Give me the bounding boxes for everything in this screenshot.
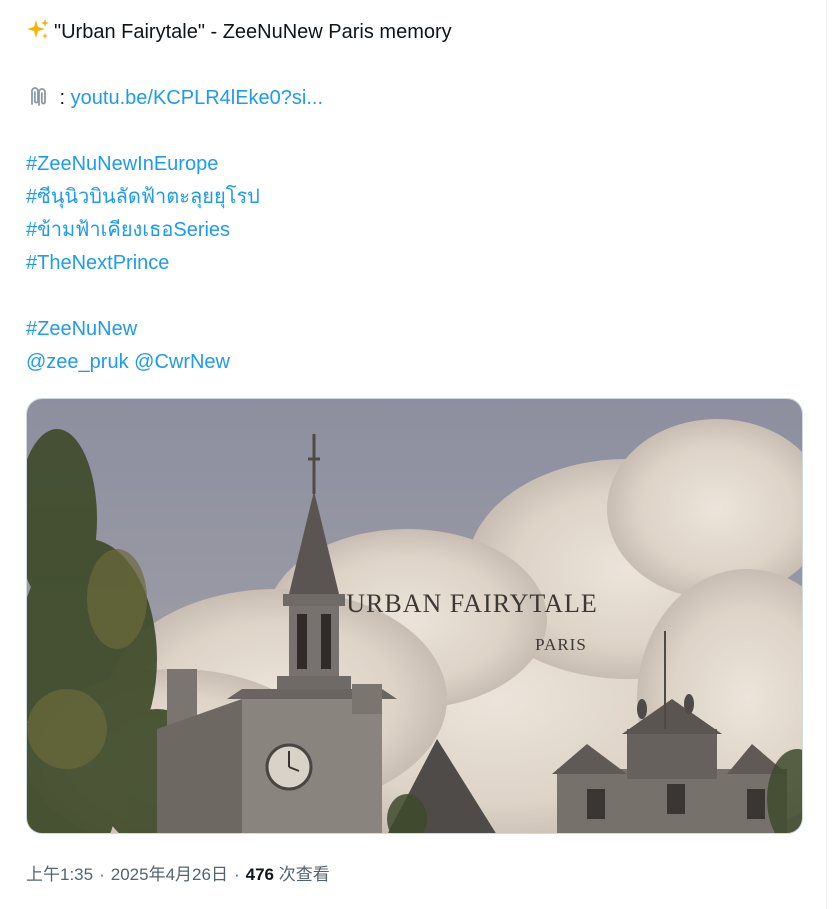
hashtag-link[interactable]: #ZeeNuNewInEurope [26, 153, 218, 175]
sparkles-icon [27, 19, 49, 39]
timestamp-link[interactable]: 上午1:35 · 2025年4月26日 [26, 865, 228, 884]
views-label: 次查看 [278, 865, 330, 884]
hashtag-link[interactable]: #ซีนุนิวบินลัดฟ้าตะลุยยุโรป [26, 186, 260, 208]
column-divider [826, 0, 827, 909]
youtube-link[interactable]: youtu.be/KCPLR4lEke0?si... [71, 87, 323, 109]
tweet-date: 2025年4月26日 [110, 865, 228, 884]
mention-link[interactable]: @CwrNew [134, 351, 230, 373]
media-image[interactable]: URBAN FAIRYTALE PARIS [26, 398, 803, 834]
media-title: URBAN FAIRYTALE [346, 589, 598, 618]
views-count: 476 [245, 865, 274, 884]
hashtag-link[interactable]: #ข้ามฟ้าเคียงเธอSeries [26, 219, 230, 241]
link-prefix: : [54, 87, 71, 109]
headline-text: "Urban Fairytale" - ZeeNuNew Paris memor… [54, 21, 452, 43]
video-thumbnail: URBAN FAIRYTALE PARIS [27, 399, 802, 833]
tweet-headline: "Urban Fairytale" - ZeeNuNew Paris memor… [26, 16, 806, 49]
link-line: : youtu.be/KCPLR4lEke0?si... [26, 82, 806, 115]
paperclips-icon [31, 87, 46, 106]
hashtag-link[interactable]: #ZeeNuNew [26, 318, 137, 340]
mention-link[interactable]: @zee_pruk [26, 351, 129, 373]
tweet-meta: 上午1:35 · 2025年4月26日 · 476 次查看 [26, 865, 330, 884]
tweet-time: 上午1:35 [26, 865, 94, 884]
tweet-text: "Urban Fairytale" - ZeeNuNew Paris memor… [26, 16, 806, 379]
hashtag-link[interactable]: #TheNextPrince [26, 252, 169, 274]
media-subtitle: PARIS [535, 635, 587, 654]
tweet-detail: "Urban Fairytale" - ZeeNuNew Paris memor… [0, 0, 835, 909]
